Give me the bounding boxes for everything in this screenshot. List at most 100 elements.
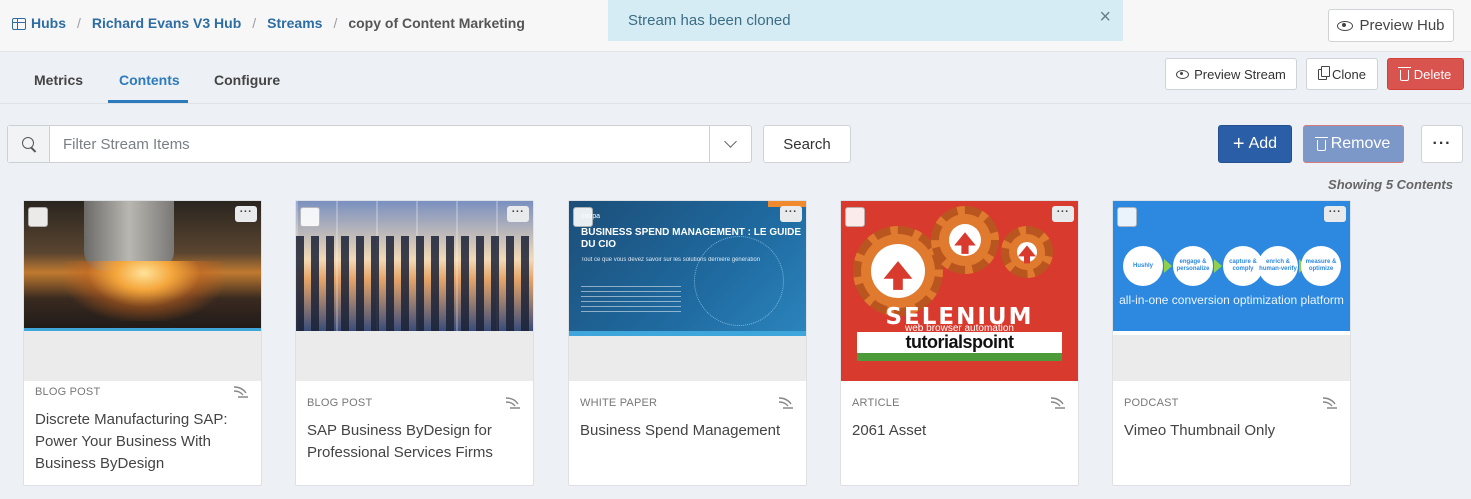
clone-button[interactable]: Clone — [1306, 58, 1378, 90]
card-title[interactable]: Vimeo Thumbnail Only — [1124, 420, 1344, 442]
card-menu-button[interactable]: ··· — [507, 206, 529, 222]
thumbnail-step: engage & personalize — [1173, 246, 1213, 286]
feed-icon — [1050, 397, 1065, 409]
eye-icon — [1176, 69, 1190, 79]
preview-stream-button[interactable]: Preview Stream — [1165, 58, 1297, 90]
breadcrumb-separator: / — [252, 15, 257, 31]
thumbnail-art — [296, 236, 533, 331]
card-placeholder — [296, 331, 533, 381]
eye-icon — [1337, 20, 1354, 31]
thumbnail-art — [581, 286, 681, 316]
select-checkbox[interactable] — [300, 207, 320, 227]
arrow-up-icon — [883, 261, 913, 290]
content-card[interactable]: ··· BLOG POST SAP Business ByDesign for … — [295, 200, 534, 486]
card-title[interactable]: 2061 Asset — [852, 420, 1072, 442]
gear-icon — [931, 206, 999, 274]
remove-button[interactable]: Remove — [1303, 125, 1404, 163]
plus-icon: + — [1232, 132, 1245, 155]
thumbnail-brand: tutorialspoint — [857, 332, 1062, 354]
clone-label: Clone — [1332, 66, 1366, 82]
preview-hub-button[interactable]: Preview Hub — [1328, 9, 1454, 42]
add-label: Add — [1248, 135, 1278, 152]
filter-input[interactable] — [50, 126, 709, 162]
select-checkbox[interactable] — [1117, 207, 1137, 227]
arrow-up-icon — [954, 232, 976, 254]
feed-icon — [505, 397, 520, 409]
filter-dropdown-toggle[interactable] — [709, 126, 751, 162]
select-checkbox[interactable] — [573, 207, 593, 227]
search-icon-cell — [8, 126, 50, 162]
breadcrumb-separator: / — [77, 15, 81, 31]
active-tab-indicator — [108, 100, 188, 103]
toast-notification: Stream has been cloned × — [608, 0, 1123, 41]
card-placeholder — [24, 331, 261, 381]
close-icon[interactable]: × — [1099, 6, 1111, 29]
breadcrumb-streams[interactable]: Streams — [267, 15, 322, 31]
trash-icon — [1314, 136, 1328, 151]
content-card[interactable]: coupa BUSINESS SPEND MANAGEMENT : LE GUI… — [568, 200, 807, 486]
content-card[interactable]: Hushly engage & personalize capture & co… — [1112, 200, 1351, 486]
arrow-up-icon — [1018, 245, 1036, 264]
thumbnail-art — [871, 244, 925, 298]
table-icon — [12, 18, 26, 30]
thumbnail-art — [64, 261, 224, 321]
thumbnail-step: capture & comply — [1223, 246, 1263, 286]
card-thumbnail: coupa BUSINESS SPEND MANAGEMENT : LE GUI… — [569, 201, 806, 331]
search-button[interactable]: Search — [763, 125, 851, 163]
filter-box — [7, 125, 752, 163]
card-menu-button[interactable]: ··· — [1324, 206, 1346, 222]
card-type: BLOG POST — [307, 397, 373, 409]
content-card[interactable]: SELENIUM web browser automation tutorial… — [840, 200, 1079, 486]
preview-hub-label: Preview Hub — [1359, 17, 1445, 34]
card-thumbnail — [296, 201, 533, 331]
card-title[interactable]: Discrete Manufacturing SAP: Power Your B… — [35, 409, 255, 475]
card-menu-button[interactable]: ··· — [780, 206, 802, 222]
card-type: PODCAST — [1124, 397, 1179, 409]
card-title[interactable]: Business Spend Management — [580, 420, 800, 442]
feed-icon — [1322, 397, 1337, 409]
preview-stream-label: Preview Stream — [1194, 66, 1286, 82]
card-menu-button[interactable]: ··· — [235, 206, 257, 222]
select-checkbox[interactable] — [845, 207, 865, 227]
thumbnail-art — [1017, 242, 1037, 264]
card-placeholder — [1113, 335, 1350, 381]
breadcrumb-separator: / — [333, 15, 338, 31]
tab-configure[interactable]: Configure — [214, 72, 280, 88]
breadcrumb: Hubs / Richard Evans V3 Hub / Streams / … — [12, 15, 525, 31]
delete-button[interactable]: Delete — [1387, 58, 1464, 90]
thumbnail-heading: BUSINESS SPEND MANAGEMENT : LE GUIDE DU … — [581, 227, 802, 250]
copy-icon — [1318, 65, 1331, 80]
more-options-button[interactable]: ··· — [1421, 125, 1463, 163]
breadcrumb-current: copy of Content Marketing — [348, 15, 525, 31]
thumbnail-step: measure & optimize — [1301, 246, 1341, 286]
select-checkbox[interactable] — [28, 207, 48, 227]
content-card[interactable]: ··· BLOG POST Discrete Manufacturing SAP… — [23, 200, 262, 486]
gear-icon — [853, 226, 943, 316]
chevron-right-icon — [1214, 259, 1222, 273]
card-thumbnail — [24, 201, 261, 331]
card-thumbnail: SELENIUM web browser automation tutorial… — [841, 201, 1078, 381]
toast-message: Stream has been cloned — [628, 12, 791, 29]
card-menu-button[interactable]: ··· — [1052, 206, 1074, 222]
tab-contents[interactable]: Contents — [119, 72, 180, 88]
trash-icon — [1397, 66, 1411, 81]
breadcrumb-hubs[interactable]: Hubs — [31, 15, 66, 31]
add-button[interactable]: + Add — [1218, 125, 1292, 163]
search-icon — [21, 137, 34, 149]
thumbnail-art — [694, 236, 784, 326]
top-bar: Hubs / Richard Evans V3 Hub / Streams / … — [0, 0, 1471, 52]
thumbnail-caption: all-in-one conversion optimization platf… — [1119, 293, 1344, 307]
card-placeholder — [569, 336, 806, 381]
card-title[interactable]: SAP Business ByDesign for Professional S… — [307, 420, 527, 464]
gear-icon — [1001, 226, 1053, 278]
tab-metrics[interactable]: Metrics — [34, 72, 83, 88]
card-type: ARTICLE — [852, 397, 900, 409]
thumbnail-art — [857, 353, 1062, 361]
content-count: Showing 5 Contents — [1328, 177, 1453, 192]
chevron-right-icon — [1164, 259, 1172, 273]
feed-icon — [233, 386, 248, 398]
remove-label: Remove — [1330, 135, 1391, 152]
card-type: BLOG POST — [35, 386, 101, 398]
breadcrumb-hub-name[interactable]: Richard Evans V3 Hub — [92, 15, 241, 31]
thumbnail-art — [949, 224, 981, 256]
